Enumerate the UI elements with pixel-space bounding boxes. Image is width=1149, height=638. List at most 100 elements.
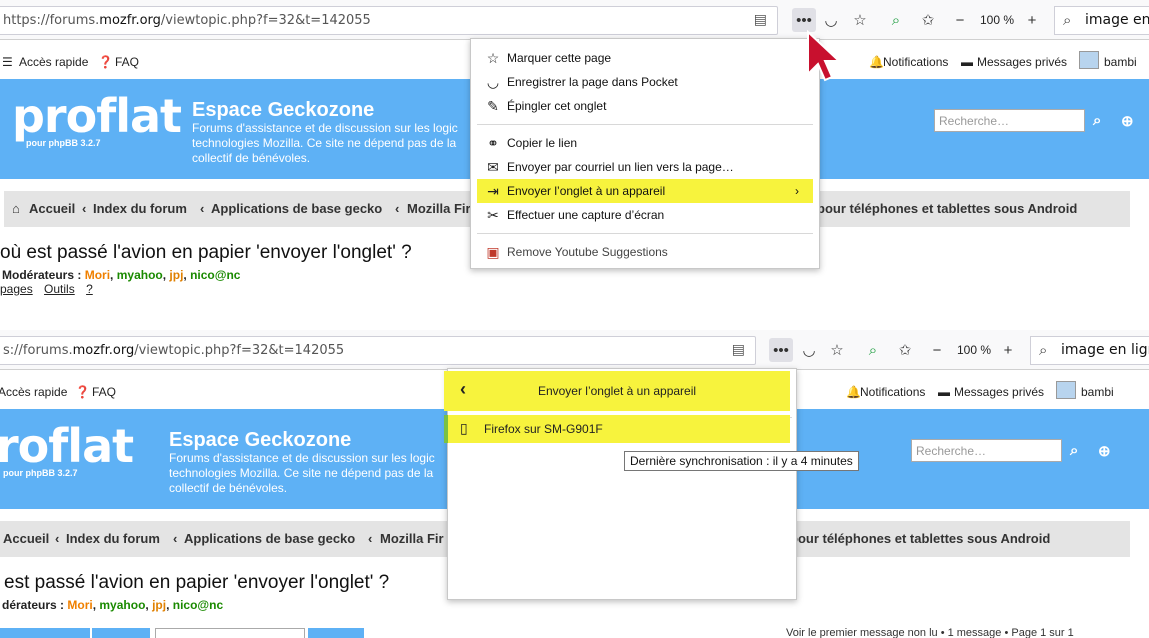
tools-link[interactable]: Outils [44,282,75,296]
zoom-out-icon[interactable]: − [925,338,949,362]
crumb-android[interactable]: pour téléphones et tablettes sous Androi… [817,201,1077,216]
crumb-apps[interactable]: Applications de base gecko [211,201,382,216]
moderator-name[interactable]: Mori [67,598,92,612]
page-actions-menu: ☆ Marquer cette page ◡ Enregistrer la page… [470,38,820,269]
page-actions-button[interactable]: ••• [769,338,793,362]
mail-icon: ✉ [487,159,499,175]
logo-subtitle: pour phpBB 3.2.7 [26,138,101,148]
topic-title[interactable]: où est passé l'avion en papier 'envoyer … [0,242,412,264]
menu-item-pin[interactable]: ✎ Épingler cet onglet [477,94,813,118]
star-icon: ☆ [486,50,500,66]
menu-item-copy-link[interactable]: ⚭ Copier le lien [477,131,813,155]
page-actions-button[interactable]: ••• [792,8,816,32]
message-icon: ▬ [938,385,950,399]
moderator-name[interactable]: jpj [169,268,183,282]
acces-rapide-link[interactable]: Accès rapide [0,385,67,399]
moderator-name[interactable]: myahoo [117,268,163,282]
zoom-level[interactable]: 100 % [980,13,1014,27]
notifications-link[interactable]: Notifications [860,385,925,399]
search-page-icon[interactable]: ⌕ [861,338,885,362]
menu-item-bookmark[interactable]: ☆ Marquer cette page [477,46,813,70]
pocket-icon[interactable]: ◡ [797,338,821,362]
moderator-name[interactable]: jpj [152,598,166,612]
bottom-browser-toolbar: s://forums.mozfr.org/viewtopic.php?f=32&… [0,330,1149,370]
crumb-index[interactable]: Index du forum [66,531,160,546]
zoom-in-icon[interactable]: + [996,338,1020,362]
reader-view-icon[interactable]: ▤ [754,7,767,34]
search-icon[interactable]: ⌕ [1093,112,1101,129]
zoom-in-icon[interactable]: + [1020,8,1044,32]
faq-icon: ❓ [75,385,90,399]
crumb-home[interactable]: Accueil [29,201,75,216]
menu-item-pocket[interactable]: ◡ Enregistrer la page dans Pocket [477,70,813,94]
acces-rapide-link[interactable]: Accès rapide [19,55,88,69]
menu-item-email-link[interactable]: ✉ Envoyer par courriel un lien vers la pa… [477,155,813,179]
menu-icon[interactable]: ☰ [2,55,13,69]
tools-button[interactable] [92,628,150,638]
help-link[interactable]: ? [86,282,93,296]
bookmark-star-icon[interactable]: ☆ [848,8,872,32]
crumb-mozilla[interactable]: Mozilla Fir [407,201,471,216]
topic-search-input[interactable] [155,628,305,638]
pocket-icon: ◡ [486,74,500,90]
menu-separator [477,124,813,125]
menu-item-youtube-ext[interactable]: ▣ Remove Youtube Suggestions [477,240,813,264]
moderator-name[interactable]: nico@nc [173,598,223,612]
search-page-icon[interactable]: ⌕ [884,8,908,32]
crumb-index[interactable]: Index du forum [93,201,187,216]
site-title[interactable]: Espace Geckozone [169,429,351,452]
pages-link[interactable]: pages [0,282,33,296]
message-icon: ▬ [961,55,973,69]
search-icon: ⌕ [1063,11,1072,29]
crumb-apps[interactable]: Applications de base gecko [184,531,355,546]
bookmark-star-icon[interactable]: ☆ [825,338,849,362]
notifications-link[interactable]: Notifications [883,55,948,69]
avatar[interactable] [1056,381,1076,399]
bookmarks-star-icon[interactable]: ✩ [893,338,917,362]
moderator-name[interactable]: nico@nc [190,268,240,282]
phone-icon: ▯ [460,420,468,436]
site-logo[interactable]: roflat [0,419,134,473]
moderator-name[interactable]: Mori [85,268,110,282]
bottom-url-bar[interactable]: s://forums.mozfr.org/viewtopic.php?f=32&… [0,336,756,365]
bookmarks-star-icon[interactable]: ✩ [916,8,940,32]
zoom-level[interactable]: 100 % [957,343,991,357]
crumb-sep: ‹ [173,531,178,546]
faq-link[interactable]: FAQ [92,385,116,399]
site-logo[interactable]: proflat [12,89,182,143]
user-link[interactable]: bambi [1104,55,1137,69]
advanced-search-icon[interactable]: ⊕ [1121,112,1134,130]
topic-title[interactable]: est passé l'avion en papier 'envoyer l'o… [4,572,389,594]
crumb-sep: ‹ [82,201,87,216]
menu-item-screenshot[interactable]: ✂ Effectuer une capture d’écran [477,203,813,227]
advanced-search-icon[interactable]: ⊕ [1098,442,1111,460]
pocket-icon[interactable]: ◡ [819,8,843,32]
search-value: image en ligne [1061,342,1149,358]
user-link[interactable]: bambi [1081,385,1114,399]
faq-link[interactable]: FAQ [115,55,139,69]
device-item[interactable]: ▯ Firefox sur SM-G901F [444,415,790,443]
reply-button[interactable] [0,628,90,638]
top-url-bar[interactable]: https://forums.mozfr.org/viewtopic.php?f… [0,6,778,35]
crumb-mozilla[interactable]: Mozilla Fir [380,531,444,546]
moderators-line: dérateurs : Mori, myahoo, jpj, nico@nc [2,598,224,612]
bottom-search-bar[interactable]: ⌕ image en ligne [1030,336,1149,365]
crumb-android[interactable]: pour téléphones et tablettes sous Androi… [790,531,1050,546]
reader-view-icon[interactable]: ▤ [732,337,745,364]
messages-link[interactable]: Messages privés [977,55,1067,69]
crumb-home[interactable]: Accueil [3,531,49,546]
bell-icon: 🔔 [869,55,884,69]
forum-search-input[interactable]: Recherche… [934,109,1085,132]
search-icon[interactable]: ⌕ [1070,442,1078,459]
forum-search-input[interactable]: Recherche… [911,439,1062,462]
top-search-bar[interactable]: ⌕ image en lig [1054,6,1149,35]
topic-search-button[interactable] [308,628,364,638]
zoom-out-icon[interactable]: − [948,8,972,32]
menu-item-send-tab[interactable]: ⇥ Envoyer l’onglet à un appareil › [477,179,813,203]
site-title[interactable]: Espace Geckozone [192,99,374,122]
moderator-name[interactable]: myahoo [99,598,145,612]
url-host: mozfr.org [99,13,161,28]
messages-link[interactable]: Messages privés [954,385,1044,399]
avatar[interactable] [1079,51,1099,69]
url-prefix: s://forums. [3,343,73,358]
